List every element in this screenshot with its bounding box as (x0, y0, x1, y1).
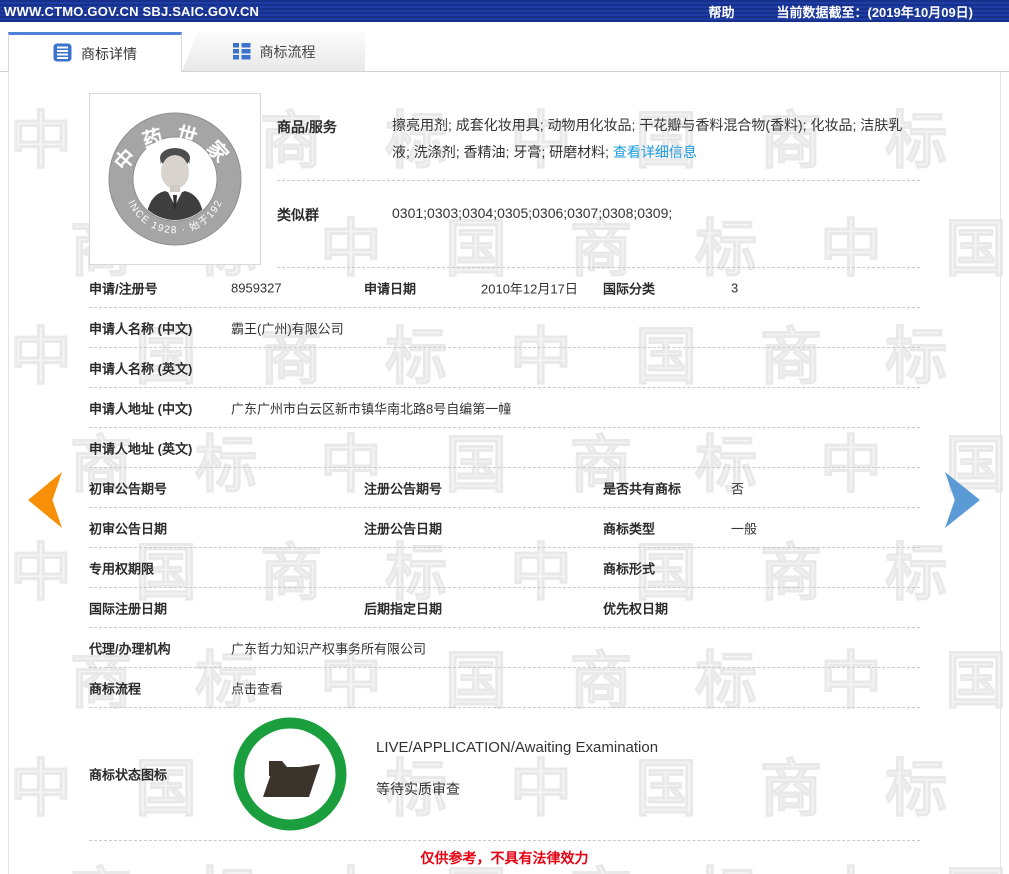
document-lines-icon (53, 43, 72, 65)
tab-trademark-flow[interactable]: 商标流程 (182, 32, 365, 71)
similar-group-value: 0301;0303;0304;0305;0306;0307;0308;0309; (392, 205, 673, 221)
tab-trademark-detail[interactable]: 商标详情 (8, 32, 182, 72)
field-label: 商标状态图标 (89, 767, 168, 783)
table-row: 申请人地址 (英文) (89, 428, 920, 468)
field-label: 商标类型 (603, 521, 656, 536)
trademark-image: 中药世家 SINCE 1928 · 始于1928 (89, 93, 261, 265)
field-label: 申请人地址 (英文) (89, 441, 193, 456)
table-row: 国际注册日期 后期指定日期 优先权日期 (89, 588, 920, 628)
goods-services-row: 商品/服务 擦亮用剂; 成套化妆用具; 动物用化妆品; 干花瓣与香料混合物(香料… (277, 93, 920, 181)
field-label: 优先权日期 (603, 601, 669, 616)
details-rows: 申请/注册号 8959327 申请日期 2010年12月17日 国际分类 3 申请人名称 (… (89, 268, 920, 708)
field-label: 申请人地址 (中文) (89, 401, 193, 416)
trademark-detail-panel: 中药世家 SINCE 1928 · 始于1928 商品/服务 擦亮用剂; 成套化… (8, 72, 1001, 874)
status-row: 商标状态图标 LIVE/APPLICATION/Awaiting Examina… (89, 708, 920, 841)
status-text-en: LIVE/APPLICATION/Awaiting Examination (376, 739, 659, 756)
field-label: 是否共有商标 (603, 481, 682, 496)
status-folder-icon (233, 717, 347, 836)
table-row: 初审公告日期 注册公告日期 商标类型 一般 (89, 508, 920, 548)
table-row: 代理/办理机构 广东哲力知识产权事务所有限公司 (89, 628, 920, 668)
table-row: 申请人名称 (中文) 霸王(广州)有限公司 (89, 308, 920, 348)
tab-strip: 商标详情 商标流程 (0, 32, 1009, 72)
field-label: 专用权期限 (89, 561, 155, 576)
table-row: 申请人名称 (英文) (89, 348, 920, 388)
field-label: 申请人名称 (英文) (89, 361, 193, 376)
field-label: 申请人名称 (中文) (89, 321, 193, 336)
table-row: 专用权期限 商标形式 (89, 548, 920, 588)
field-value-link[interactable]: 点击查看 (231, 678, 920, 697)
field-value: 广东哲力知识产权事务所有限公司 (231, 641, 427, 656)
similar-group-row: 类似群 0301;0303;0304;0305;0306;0307;0308;0… (277, 181, 920, 268)
trademark-seal: 中药世家 SINCE 1928 · 始于1928 (90, 94, 242, 246)
field-value: 一般 (731, 521, 758, 536)
site-title: WWW.CTMO.GOV.CN SBJ.SAIC.GOV.CN (4, 3, 260, 19)
help-link[interactable]: 帮助 (708, 2, 734, 21)
field-value: 否 (731, 481, 745, 496)
footer: 仅供参考，不具有法律效力 (89, 841, 920, 874)
field-label: 后期指定日期 (364, 601, 443, 616)
field-label: 申请/注册号 (89, 281, 158, 296)
status-text-cn: 等待实质审查 (376, 781, 460, 797)
table-row: 商标流程 点击查看 (89, 668, 920, 708)
field-label: 申请日期 (364, 281, 417, 296)
field-label: 商标流程 (89, 681, 142, 696)
field-value: 8959327 (231, 280, 282, 295)
field-value: 广东广州市白云区新市镇华南北路8号自编第一幢 (231, 401, 512, 416)
table-row: 申请人地址 (中文) 广东广州市白云区新市镇华南北路8号自编第一幢 (89, 388, 920, 428)
field-label: 类似群 (277, 207, 319, 223)
field-label: 代理/办理机构 (89, 641, 171, 656)
field-value: 2010年12月17日 (481, 281, 578, 296)
field-label: 初审公告日期 (89, 521, 168, 536)
data-cutoff-date: 当前数据截至：(2019年10月09日) (776, 4, 974, 20)
field-label: 国际分类 (603, 281, 656, 296)
list-icon (232, 41, 251, 63)
field-label: 国际注册日期 (89, 601, 168, 616)
field-value: 霸王(广州)有限公司 (231, 321, 344, 336)
disclaimer-text: 仅供参考，不具有法律效力 (420, 849, 589, 866)
table-row: 初审公告期号 注册公告期号 是否共有商标 否 (89, 468, 920, 508)
goods-services-value: 擦亮用剂; 成套化妆用具; 动物用化妆品; 干花瓣与香料混合物(香料); 化妆品… (392, 112, 920, 180)
field-label: 商品/服务 (277, 119, 337, 135)
tab-label: 商标详情 (81, 45, 137, 62)
top-bar: WWW.CTMO.GOV.CN SBJ.SAIC.GOV.CN 帮助 当前数据截… (0, 0, 1009, 22)
tab-label: 商标流程 (259, 43, 316, 60)
field-label: 商标形式 (603, 561, 656, 576)
field-label: 初审公告期号 (89, 481, 168, 496)
top-section: 中药世家 SINCE 1928 · 始于1928 商品/服务 擦亮用剂; 成套化… (89, 93, 920, 268)
field-value: 3 (731, 280, 739, 295)
table-row: 申请/注册号 8959327 申请日期 2010年12月17日 国际分类 3 (89, 268, 920, 308)
field-label: 注册公告期号 (364, 481, 443, 496)
field-label: 注册公告日期 (364, 521, 443, 536)
view-details-link[interactable]: 查看详细信息 (613, 144, 697, 160)
